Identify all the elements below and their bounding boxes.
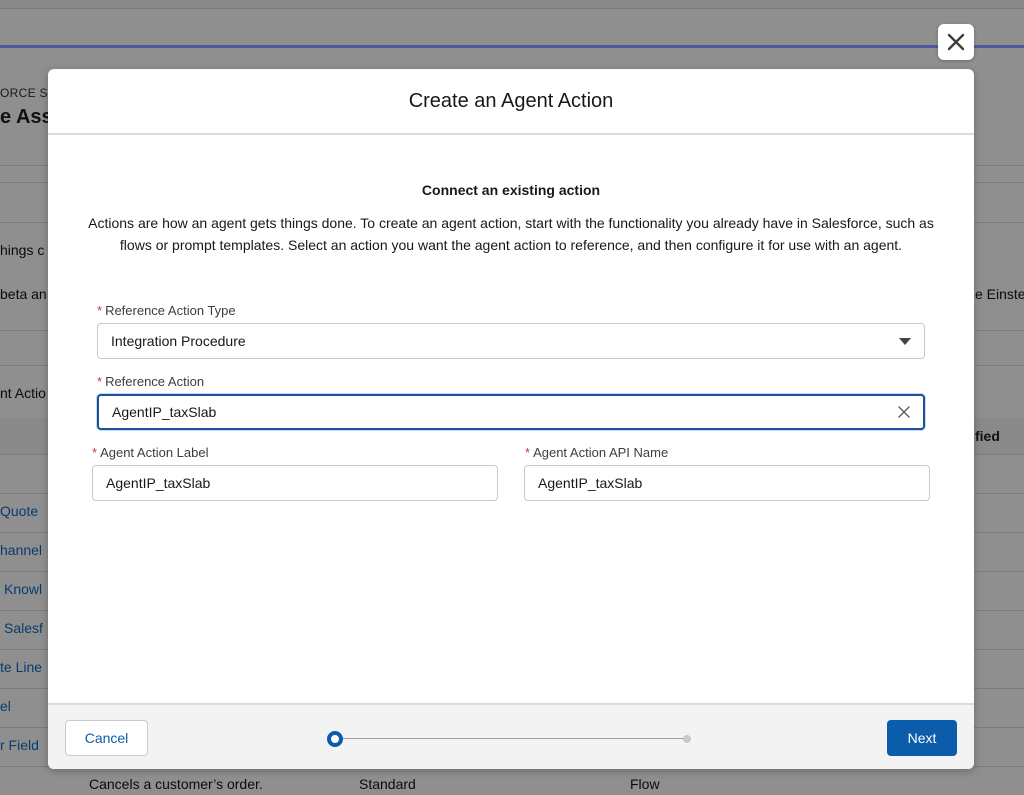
agent-action-api-name-label: * Agent Action API Name [525, 445, 668, 460]
close-icon [947, 33, 965, 51]
progress-step-next [683, 735, 691, 743]
create-agent-action-modal: Create an Agent Action Connect an existi… [48, 69, 974, 769]
agent-action-api-name-input[interactable]: AgentIP_taxSlab [524, 465, 930, 501]
input-value: AgentIP_taxSlab [106, 475, 211, 491]
chevron-down-icon [899, 337, 911, 345]
label-text: Agent Action API Name [533, 445, 669, 460]
bg-list-link: Quote [0, 503, 39, 519]
bg-list-link: el [0, 698, 11, 714]
reference-action-type-select[interactable]: Integration Procedure [97, 323, 925, 359]
bg-row-type: Standard [359, 776, 416, 792]
section-description: Actions are how an agent gets things don… [88, 215, 934, 253]
next-button[interactable]: Next [887, 720, 957, 756]
bg-divider [0, 8, 1024, 9]
combobox-value: AgentIP_taxSlab [112, 404, 217, 420]
section-title: Connect an existing action [421, 182, 601, 198]
bg-accent-line [0, 45, 1024, 48]
modal-header: Create an Agent Action [48, 69, 974, 135]
progress-track [334, 738, 688, 739]
progress-step-current [327, 731, 343, 747]
label-text: Reference Action Type [105, 303, 236, 318]
reference-action-label: * Reference Action [97, 374, 204, 389]
bg-page-title: e Ass [0, 106, 53, 128]
bg-top-band [0, 0, 1024, 8]
cancel-button[interactable]: Cancel [65, 720, 148, 756]
modal-title: Create an Agent Action [408, 89, 614, 112]
bg-list-link: hannel [0, 542, 43, 558]
required-marker: * [97, 374, 103, 389]
bg-text: nt Actio [0, 385, 46, 401]
reference-action-type-label: * Reference Action Type [97, 303, 236, 318]
close-modal-button[interactable] [938, 24, 974, 60]
bg-eyebrow: ORCE S [0, 86, 48, 100]
reference-action-combobox[interactable]: AgentIP_taxSlab [97, 394, 925, 430]
label-text: Reference Action [105, 374, 205, 389]
agent-action-label-label: * Agent Action Label [92, 445, 208, 460]
bg-text: beta an [0, 286, 47, 302]
input-value: AgentIP_taxSlab [538, 475, 643, 491]
bg-text: hings c [0, 242, 45, 258]
bg-list-link: Knowl [4, 581, 43, 597]
modal-body: Connect an existing action Actions are h… [48, 135, 974, 705]
select-value: Integration Procedure [111, 333, 246, 349]
modal-footer: Cancel Next [48, 703, 974, 769]
bg-list-link: r Field [0, 737, 39, 753]
bg-column-header: fied [975, 428, 1000, 444]
bg-list-link: te Line [0, 659, 43, 675]
bg-row-description: Cancels a customer’s order. [89, 776, 263, 792]
label-text: Agent Action Label [100, 445, 209, 460]
bg-list-link: Salesf [4, 620, 43, 636]
clear-icon[interactable] [898, 406, 910, 418]
agent-action-label-input[interactable]: AgentIP_taxSlab [92, 465, 498, 501]
required-marker: * [97, 303, 103, 318]
bg-text: e Einste [975, 286, 1024, 302]
required-marker: * [525, 445, 531, 460]
bg-row-kind: Flow [630, 776, 660, 792]
required-marker: * [92, 445, 98, 460]
